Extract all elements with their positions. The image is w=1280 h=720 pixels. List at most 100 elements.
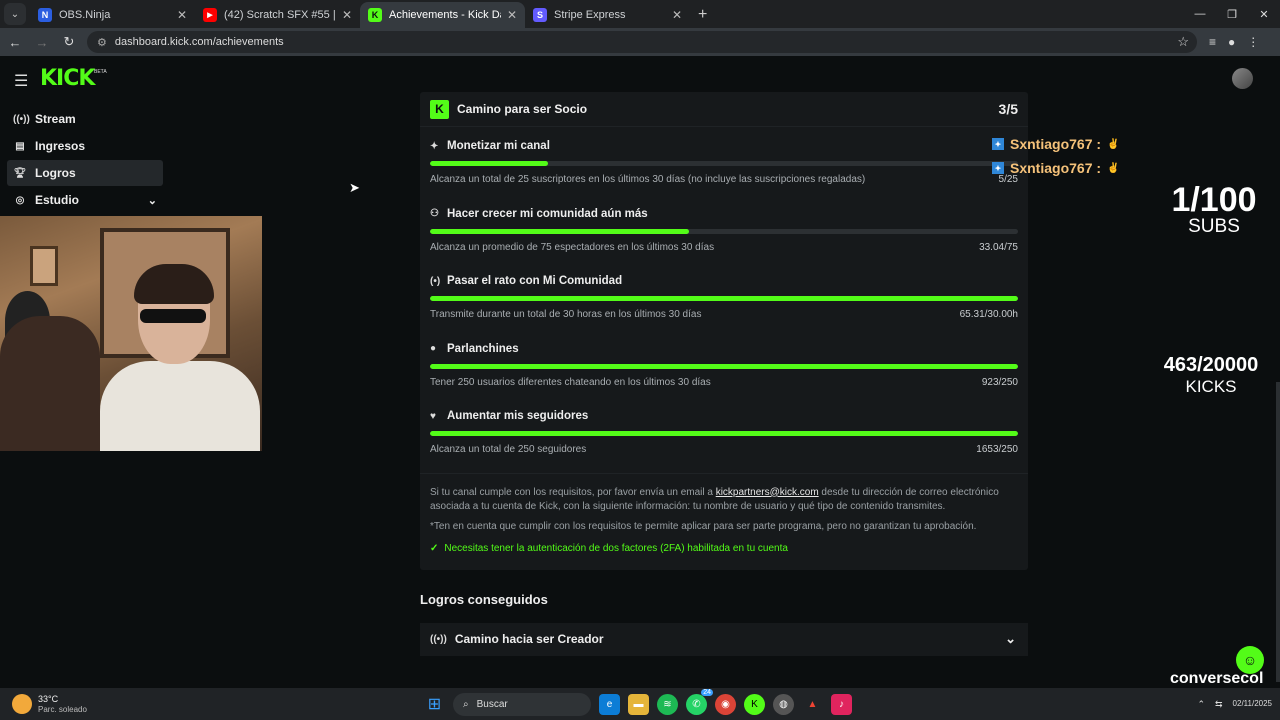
tab-youtube[interactable]: ▶ (42) Scratch SFX #55 | Disco Ra... ✕ (195, 2, 360, 28)
chrome-icon[interactable]: ◉ (715, 693, 736, 715)
more-menu-icon[interactable]: ⋮ (1247, 35, 1259, 49)
tab-kick-achievements[interactable]: K Achievements - Kick Dashboard ✕ (360, 2, 525, 28)
date-text: 02/11/2025 (1232, 699, 1272, 709)
partner-count: 3/5 (998, 101, 1018, 117)
subs-value: 1/100 (1171, 181, 1257, 219)
requirement-desc: Transmite durante un total de 30 horas e… (430, 309, 702, 320)
chat-username: Sxntiago767 : (1010, 136, 1102, 152)
adobe-icon[interactable]: ▲ (802, 694, 823, 715)
sidebar-item-estudio[interactable]: ◎ Estudio ⌄ (7, 187, 163, 213)
obs-ninja-favicon-icon: N (38, 8, 52, 22)
partner-email-link[interactable]: kickpartners@kick.com (716, 487, 819, 498)
income-icon: ▤ (15, 140, 25, 152)
profile-icon[interactable]: ● (1228, 35, 1235, 49)
file-explorer-icon[interactable]: ▬ (628, 693, 649, 715)
chat-bubble-icon: ● (430, 343, 437, 354)
progress-bar (430, 296, 1018, 301)
new-tab-icon[interactable]: + (698, 6, 707, 24)
tray-chevron-icon[interactable]: ⌃ (1197, 699, 1205, 710)
chevron-down-icon[interactable]: ⌄ (1005, 631, 1016, 647)
info-paragraph: Si tu canal cumple con los requisitos, p… (430, 486, 1018, 514)
sidebar-item-label: Estudio (35, 193, 79, 207)
subs-goal-overlay: 1/100 SUBS (1150, 181, 1278, 238)
spotify-icon[interactable]: ≋ (657, 693, 678, 715)
tab-title: OBS.Ninja (59, 9, 111, 21)
scrollbar[interactable] (1276, 382, 1280, 682)
kick-badge-icon: K (430, 99, 449, 119)
forward-icon[interactable]: → (30, 35, 54, 50)
watermark-logo: conversecol (1170, 670, 1264, 687)
partner-card: K Camino para ser Socio 3/5 ✦ Monetizar m… (420, 92, 1028, 570)
weather-temp: 33°C (38, 694, 59, 705)
kick-app-icon[interactable]: K (744, 693, 765, 715)
weather-widget[interactable]: 33°C Parc. soleado (12, 694, 162, 714)
windows-taskbar: 33°C Parc. soleado ⊞ ⌕ Buscar e ▬ ≋ ✆ 24 ◉… (0, 688, 1280, 720)
network-icon[interactable]: ⇆ (1215, 699, 1223, 710)
kicks-label: KICKS (1185, 377, 1237, 396)
info-text: Si tu canal cumple con los requisitos, p… (430, 486, 716, 498)
webcam-picture-frame (30, 246, 58, 286)
close-tab-icon[interactable]: ✕ (177, 8, 187, 22)
minimize-icon[interactable]: — (1184, 0, 1216, 28)
system-tray: ⌃ ⇆ 02/11/2025 (1197, 688, 1272, 720)
tab-title: Achievements - Kick Dashboard (389, 9, 501, 21)
media-controls-icon[interactable]: ≡ (1209, 35, 1216, 49)
edge-icon[interactable]: e (599, 693, 620, 715)
stripe-favicon-icon: S (533, 8, 547, 22)
progress-bar (430, 161, 1018, 166)
kick-logo[interactable]: KICK (40, 66, 95, 91)
requirement-desc: Alcanza un promedio de 75 espectadores e… (430, 241, 715, 253)
taskbar-search[interactable]: ⌕ Buscar (453, 692, 591, 716)
clock[interactable]: 02/11/2025 (1233, 699, 1272, 709)
2fa-requirement: ✓ Necesitas tener la autenticación de dos… (430, 542, 1018, 556)
chevron-down-icon[interactable]: ⌄ (148, 194, 157, 207)
back-icon[interactable]: ← (3, 35, 27, 50)
url-text: dashboard.kick.com/achievements (114, 36, 284, 48)
tab-stripe[interactable]: S Stripe Express ✕ (525, 2, 690, 28)
bookmark-star-icon[interactable]: ☆ (1177, 34, 1189, 50)
obs-icon[interactable]: ◍ (773, 693, 794, 715)
address-toolbar: ← → ↻ ⚙ dashboard.kick.com/achievements … (0, 28, 1280, 56)
search-label: Buscar (476, 698, 508, 710)
tiktok-icon[interactable]: ♪ (831, 693, 852, 715)
subs-label: SUBS (1188, 216, 1240, 237)
partner-title: Camino para ser Socio (457, 102, 588, 116)
progress-fill (430, 161, 548, 166)
sidebar-item-stream[interactable]: ((•)) Stream (7, 106, 163, 132)
sidebar-item-logros[interactable]: 🏆︎ Logros (7, 160, 163, 186)
close-tab-icon[interactable]: ✕ (507, 8, 517, 22)
close-tab-icon[interactable]: ✕ (342, 8, 352, 22)
tab-search-button[interactable]: ⌄ (4, 3, 26, 25)
trophy-icon: 🏆︎ (13, 167, 27, 179)
reload-icon[interactable]: ↻ (57, 34, 81, 50)
menu-icon[interactable]: ☰ (14, 71, 28, 91)
start-icon[interactable]: ⊞ (424, 694, 445, 715)
url-bar[interactable]: ⚙ dashboard.kick.com/achievements ☆ (87, 31, 1197, 53)
requirement-title: Monetizar mi canal (447, 140, 550, 152)
progress-fill (430, 296, 1018, 301)
chat-line: ✦ Sxntiago767 : ✌ (992, 132, 1119, 156)
requirement-progress: 33.04/75 (979, 241, 1018, 253)
close-window-icon[interactable]: ✕ (1248, 0, 1280, 28)
kick-favicon-icon: K (368, 8, 382, 22)
tab-title: Stripe Express (554, 9, 626, 21)
sidebar-item-ingresos[interactable]: ▤ Ingresos (7, 133, 163, 159)
tab-title: (42) Scratch SFX #55 | Disco Ra... (224, 9, 336, 21)
site-info-icon[interactable]: ⚙ (97, 36, 107, 49)
requirement-desc: Alcanza un total de 250 seguidores (430, 444, 587, 455)
sparkle-icon: ✦ (430, 140, 439, 152)
restore-icon[interactable]: ❐ (1216, 0, 1248, 28)
broadcast-icon: (•) (430, 275, 441, 287)
sidebar-item-label: Ingresos (35, 139, 86, 153)
progress-fill (430, 228, 689, 234)
whatsapp-icon[interactable]: ✆ 24 (686, 688, 713, 715)
kicks-goal-overlay: 463/20000 KICKS (1148, 354, 1274, 397)
browser-tab-bar: ⌄ N OBS.Ninja ✕ ▶ (42) Scratch SFX #55 |… (0, 0, 1280, 28)
tab-obs-ninja[interactable]: N OBS.Ninja ✕ (30, 2, 195, 28)
youtube-favicon-icon: ▶ (203, 8, 217, 22)
user-avatar[interactable] (1232, 68, 1253, 89)
partner-card-header: K Camino para ser Socio 3/5 (420, 92, 1028, 127)
close-tab-icon[interactable]: ✕ (672, 8, 682, 22)
creator-path-accordion[interactable]: ((•)) Camino hacia ser Creador ⌄ (420, 622, 1028, 656)
requirement-item: ⚇ Hacer crecer mi comunidad aún más Alcan… (420, 195, 1028, 263)
